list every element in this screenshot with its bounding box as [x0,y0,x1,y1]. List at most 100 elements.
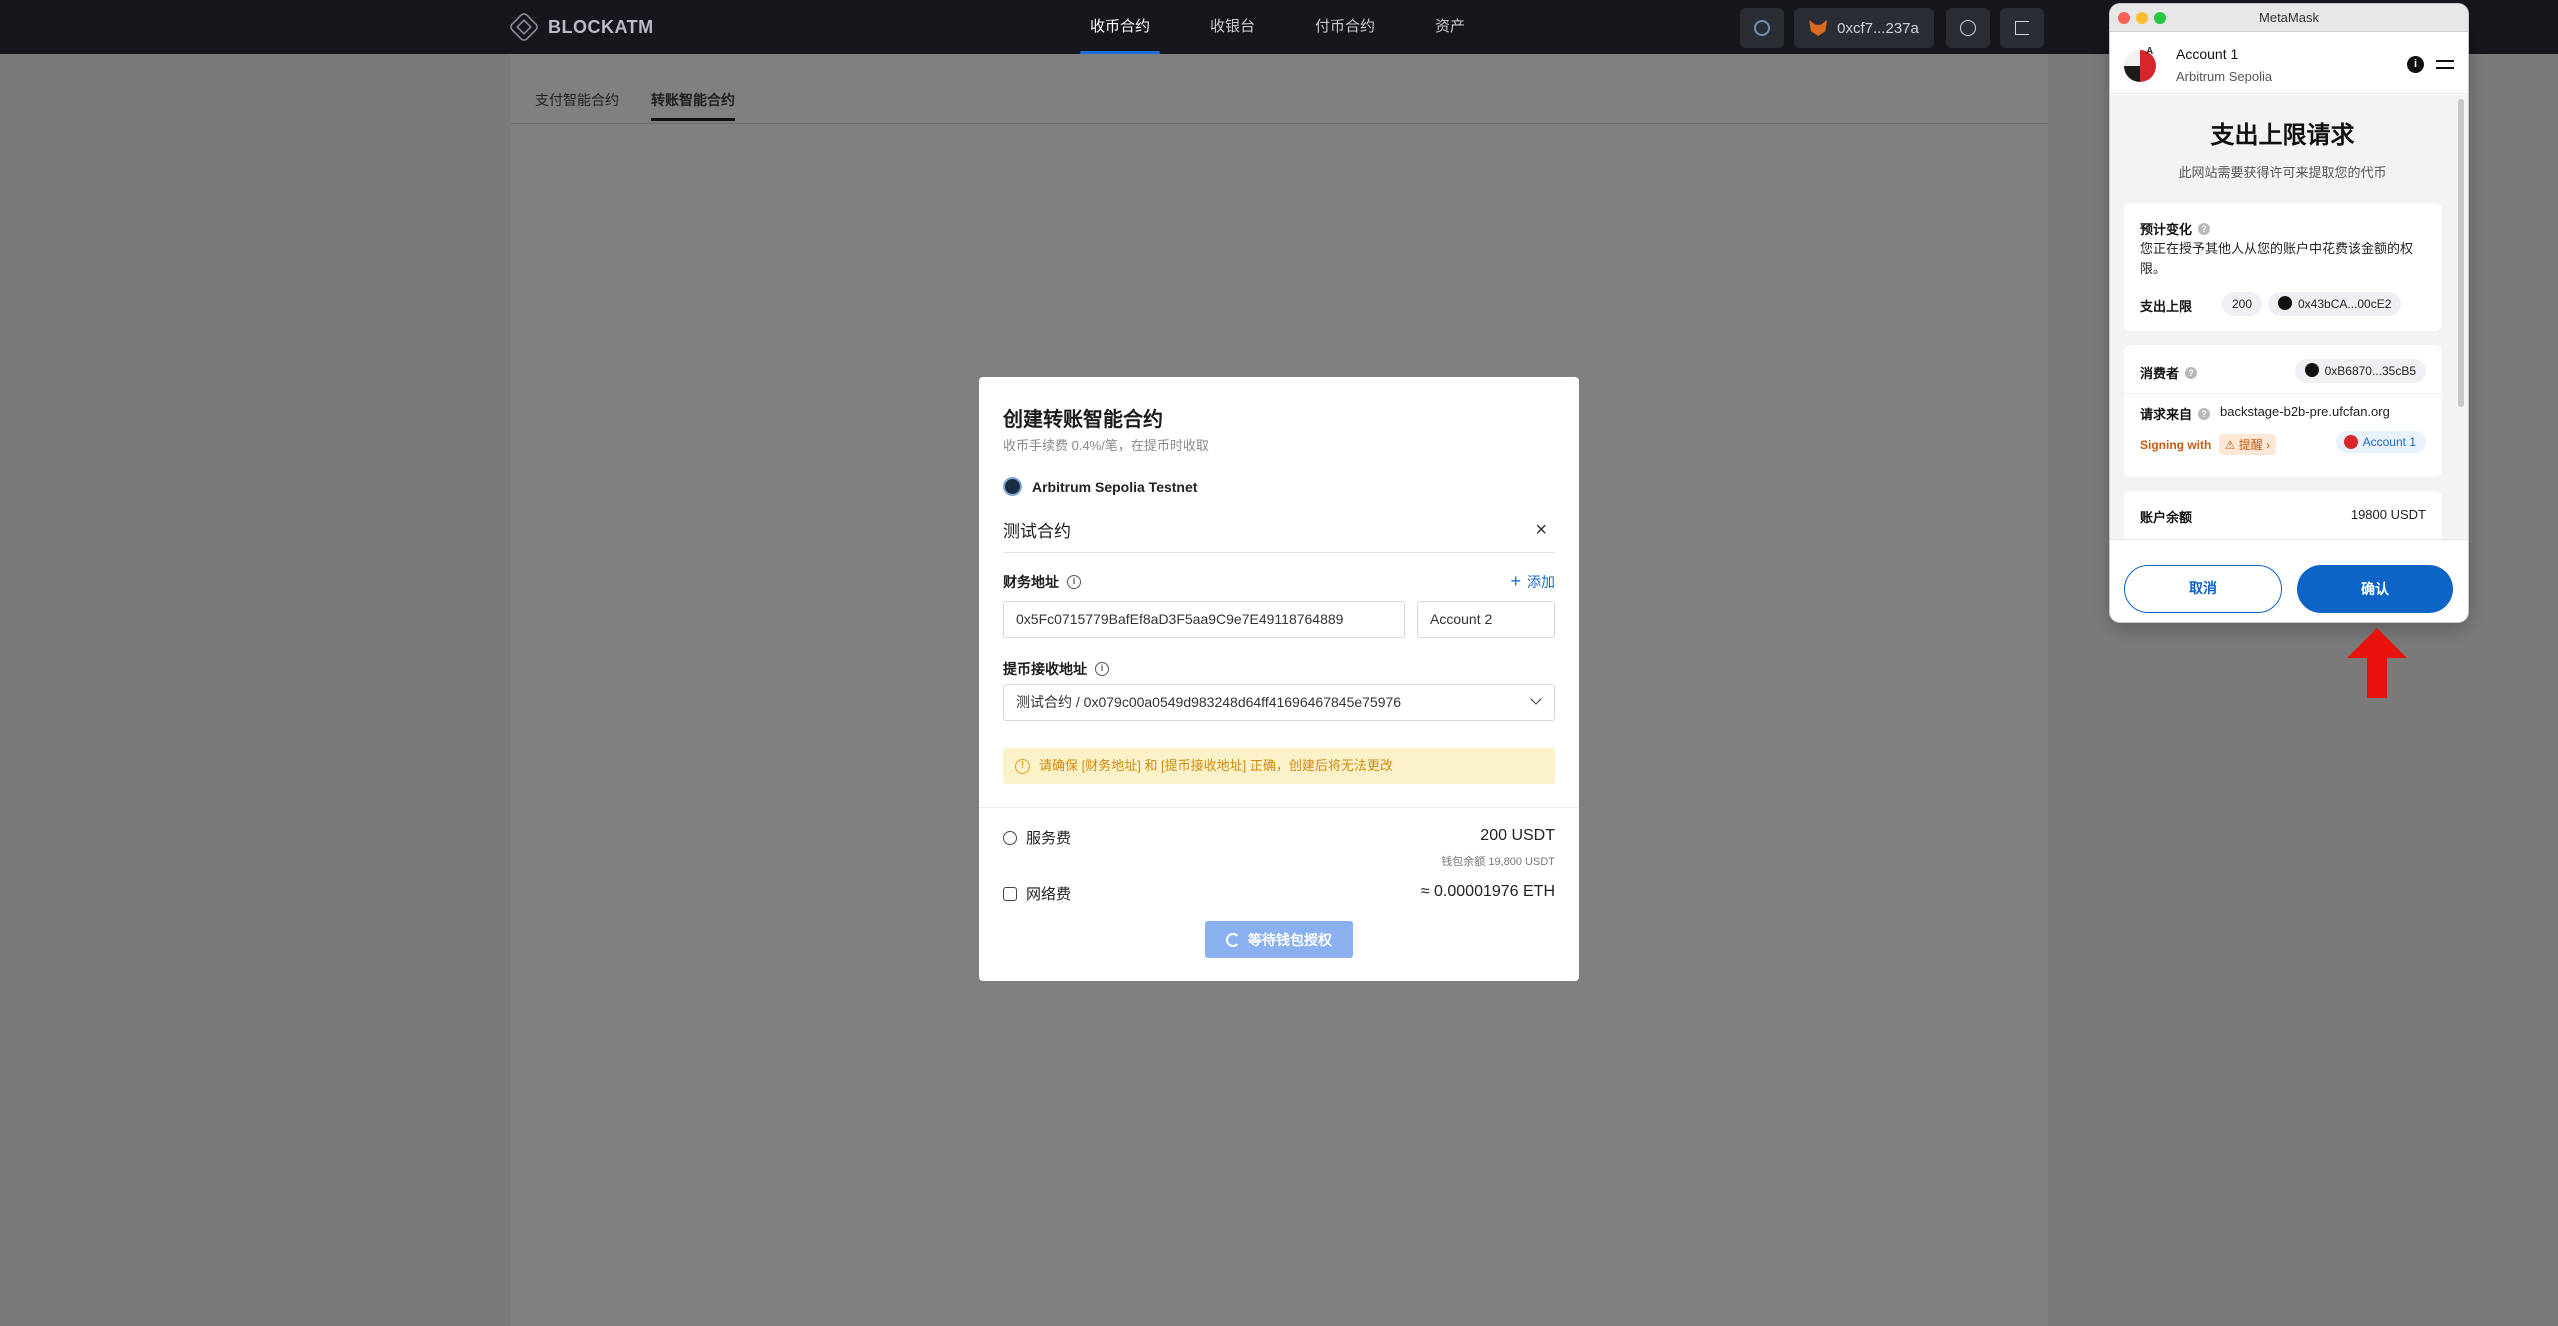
network-fee-text: 网络费 [1026,886,1072,903]
service-fee-label: 服务费 [1003,827,1071,848]
brand-name: BLOCKATM [548,16,654,37]
token-icon [2304,363,2319,377]
warning-banner: ! 请确保 [财务地址] 和 [提币接收地址] 正确，创建后将无法更改 [1003,748,1555,784]
contract-name-row: × [1003,513,1555,553]
add-finance-address-button[interactable]: + 添加 [1510,571,1555,592]
account-header: A Account 1 Arbitrum Sepolia i [2110,32,2468,94]
origin-label: 请求来自 ? [2140,404,2211,423]
clear-icon[interactable]: × [1535,519,1547,542]
finance-address-input[interactable]: 0x5Fc0715779BafEf8aD3F5aa9C9e7E491187648… [1003,601,1405,638]
token-pill[interactable]: 0x43bCA...00cE2 [2268,292,2402,316]
spinner-icon [1226,932,1240,947]
close-window-icon[interactable] [2118,12,2130,24]
signing-with-text: Signing with [2140,438,2212,452]
signing-account-pill[interactable]: Account 1 [2335,431,2426,453]
request-body[interactable]: 支出上限请求 此网站需要获得许可来提取您的代币 预计变化 ? 您正在授予其他人从… [2110,95,2468,539]
spender-pill[interactable]: 0xB6870...35cB5 [2294,359,2426,383]
nav-cashier[interactable]: 收银台 [1180,0,1285,54]
token-icon [2278,296,2292,310]
spending-limit-label: 支出上限 [2140,299,2193,314]
metamask-fox-icon [1809,20,1828,36]
info-icon[interactable]: i [1067,575,1081,589]
nav-pay-contract[interactable]: 付币合约 [1285,0,1405,54]
finance-address-text: 财务地址 [1003,574,1059,590]
nav-assets[interactable]: 资产 [1405,0,1495,54]
wallet-button[interactable]: 0xcf7...237a [1794,8,1934,48]
gas-icon [1003,886,1017,901]
network-name: Arbitrum Sepolia Testnet [1032,478,1198,495]
confirm-button[interactable]: 确认 [2297,565,2453,613]
arbitrum-icon [1003,477,1022,496]
reminder-badge[interactable]: ⚠ 提醒 › [2218,434,2277,455]
main-nav: 收币合约 收银台 付币合约 资产 [1060,0,1495,54]
create-transfer-contract-modal: 创建转账智能合约 收币手续费 0.4%/笔，在提币时收取 Arbitrum Se… [979,377,1579,981]
arbitrum-icon [1754,20,1770,36]
account-network: Arbitrum Sepolia [2176,69,2273,84]
warning-icon: ! [1015,759,1030,774]
help-icon[interactable]: ? [2198,407,2211,420]
origin-url: backstage-b2b-pre.ufcfan.org [2220,404,2390,419]
settings-sliders-icon[interactable] [2436,56,2454,73]
logo-icon [508,11,540,43]
tab-payment-contract[interactable]: 支付智能合约 [535,90,619,110]
spending-limit-value[interactable]: 200 [2222,292,2263,316]
waiting-authorization-button[interactable]: 等待钱包授权 [1205,921,1353,958]
window-title: MetaMask [2259,10,2319,25]
help-icon[interactable]: ? [2198,222,2211,235]
modal-title: 创建转账智能合约 [1003,409,1163,431]
chevron-down-icon [1530,693,1542,705]
wallet-balance: 钱包余额 19,800 USDT [1441,856,1555,868]
network-fee-label: 网络费 [1003,883,1071,904]
logo[interactable]: BLOCKATM [508,11,654,43]
wallet-address: 0xcf7...237a [1837,19,1919,37]
logout-icon [2015,21,2029,35]
network-fee-value: ≈ 0.00001976 ETH [1420,883,1555,900]
language-button[interactable] [1946,8,1990,48]
withdraw-address-value: 测试合约 / 0x079c00a0549d983248d64ff41696467… [1016,694,1402,710]
cancel-button[interactable]: 取消 [2124,565,2282,613]
estimated-changes-description: 您正在授予其他人从您的账户中花费该金额的权限。 [2140,241,2414,276]
maximize-window-icon[interactable] [2154,12,2166,24]
signing-account: Account 1 [2362,435,2416,449]
spender-label: 消费者 ? [2140,363,2198,382]
request-subheading: 此网站需要获得许可来提取您的代币 [2178,165,2387,180]
finance-account-input[interactable]: Account 2 [1417,601,1555,638]
scrollbar[interactable] [2458,99,2464,407]
withdraw-address-text: 提币接收地址 [1003,661,1087,677]
tab-transfer-contract[interactable]: 转账智能合约 [651,90,735,121]
network-button[interactable] [1740,8,1784,48]
spender-address: 0xB6870...35cB5 [2324,364,2416,378]
plus-icon: + [1510,571,1521,591]
request-heading: 支出上限请求 [2210,122,2355,149]
service-fee-icon [1003,830,1017,845]
origin-text: 请求来自 [2140,407,2193,422]
info-icon[interactable]: i [2407,56,2424,73]
nav-receive-contract[interactable]: 收币合约 [1060,0,1180,54]
action-footer: 取消 确认 [2110,539,2468,622]
service-fee-text: 服务费 [1026,830,1072,847]
withdraw-address-select[interactable]: 测试合约 / 0x079c00a0549d983248d64ff41696467… [1003,684,1555,721]
contract-name-input[interactable] [1003,519,1503,539]
globe-icon [1960,20,1976,36]
token-address: 0x43bCA...00cE2 [2298,297,2392,311]
reminder-text: 提醒 [2238,438,2263,452]
add-label: 添加 [1527,573,1555,590]
signing-with-label: Signing with ⚠ 提醒 › [2140,434,2277,455]
divider [979,807,1579,808]
finance-address-label: 财务地址 i [1003,572,1081,592]
modal-subtitle: 收币手续费 0.4%/笔，在提币时收取 [1003,438,1209,453]
account-avatar-mini [2343,435,2358,449]
minimize-window-icon[interactable] [2136,12,2148,24]
contract-tabs: 支付智能合约 转账智能合约 [510,54,2048,124]
withdraw-address-label: 提币接收地址 i [1003,659,1109,679]
estimated-changes-card: 预计变化 ? 您正在授予其他人从您的账户中花费该金额的权限。 支出上限 200 … [2124,203,2442,331]
estimated-changes-label: 预计变化 ? [2140,219,2211,238]
avatar-badge: A [2146,46,2154,57]
help-icon[interactable]: ? [2185,366,2198,379]
balance-value: 19800 USDT [2350,507,2426,522]
network-label: Arbitrum Sepolia Testnet [1003,477,1197,496]
info-icon[interactable]: i [1095,662,1109,676]
spender-card: 消费者 ? 0xB6870...35cB5 请求来自 ? backstage-b… [2124,345,2442,477]
service-fee-value: 200 USDT [1480,827,1555,844]
logout-button[interactable] [2000,8,2044,48]
